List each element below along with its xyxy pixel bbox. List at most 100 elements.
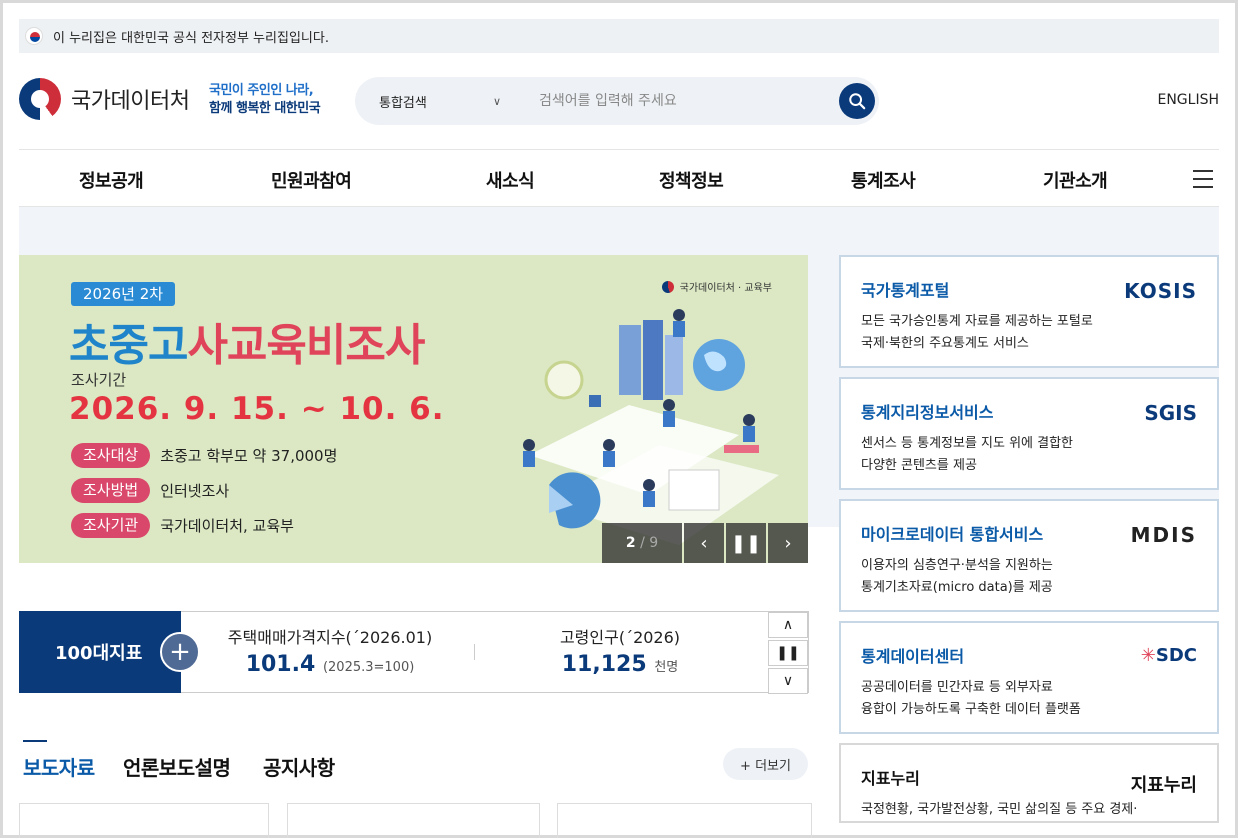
banner-page-indicator: 2 / 9 (602, 523, 682, 563)
service-desc: 통계기초자료(micro data)를 제공 (861, 580, 1053, 595)
logo-text: 국가데이터처 (71, 89, 190, 114)
tab-press-release[interactable]: 보도자료 (23, 752, 95, 781)
indicator-unit: 천명 (654, 660, 679, 675)
indicator-name: 고령인구(´2026) (559, 628, 681, 647)
sdc-star-icon: ✳ (1140, 645, 1156, 666)
service-card-indicator[interactable]: 지표누리 국정현황, 국가발전상황, 국민 삶의질 등 주요 경제· 지표누리 (839, 743, 1219, 823)
banner-row-value: 국가데이터처, 교육부 (160, 517, 294, 535)
tab-press-explanation[interactable]: 언론보도설명 (123, 752, 231, 781)
slogan-line2: 함께 행복한 대한민국 (209, 101, 321, 116)
banner-org: 국가데이터처 · 교육부 (661, 279, 772, 294)
menu-icon[interactable] (1193, 170, 1213, 188)
service-desc: 모든 국가승인통계 자료를 제공하는 포털로 (861, 314, 1093, 329)
indicator-value: 11,125 (561, 652, 647, 677)
kosis-logo: KOSIS (1124, 279, 1197, 303)
service-desc: 국정현황, 국가발전상황, 국민 삶의질 등 주요 경제· (861, 802, 1138, 817)
english-link[interactable]: ENGLISH (1157, 92, 1219, 108)
banner-row: 조사대상 초중고 학부모 약 37,000명 (71, 443, 337, 468)
news-card[interactable] (287, 803, 540, 838)
tab-notice[interactable]: 공지사항 (263, 752, 335, 781)
sdc-logo: ✳SDC (1140, 645, 1197, 666)
service-desc: 융합이 가능하도록 구축한 데이터 플랫폼 (861, 702, 1081, 717)
service-desc: 국제·북한의 주요통계도 서비스 (861, 336, 1029, 351)
banner-row: 조사방법 인터넷조사 (71, 478, 229, 503)
mdis-logo: MDIS (1130, 523, 1197, 547)
chevron-right-icon: › (784, 532, 792, 554)
indicator-up-button[interactable]: ∧ (768, 612, 808, 638)
banner-page-total: / 9 (640, 535, 659, 551)
service-desc: 센서스 등 통계정보를 지도 위에 결합한 (861, 436, 1074, 451)
indicators-label[interactable]: 100대지표 (19, 611, 181, 693)
service-desc: 공공데이터를 민간자료 등 외부자료 (861, 680, 1053, 695)
indicator-name: 주택매매가격지수(´2026.01) (227, 628, 433, 647)
service-card-sdc[interactable]: 통계데이터센터 공공데이터를 민간자료 등 외부자료 융합이 가능하도록 구축한 … (839, 621, 1219, 734)
search-scope-select[interactable]: 통합검색 ∨ (355, 92, 515, 111)
service-desc: 이용자의 심층연구·분석을 지원하는 (861, 558, 1053, 573)
pause-icon: ❚❚ (730, 532, 762, 554)
indicators-panel: 100대지표 + 주택매매가격지수(´2026.01) 101.4 (2025.… (19, 611, 809, 694)
site-header: 국가데이터처 국민이 주인인 나라, 함께 행복한 대한민국 통합검색 ∨ EN… (19, 70, 1219, 132)
nav-item-civil[interactable]: 민원과참여 (271, 167, 352, 193)
banner-row-value: 인터넷조사 (160, 482, 230, 500)
banner-next-button[interactable]: › (768, 523, 808, 563)
banner-title-b: 사교육비조사 (187, 320, 425, 371)
banner-pill: 조사대상 (71, 443, 151, 468)
service-card-sgis[interactable]: 통계지리정보서비스 센서스 등 통계정보를 지도 위에 결합한 다양한 콘텐츠를 … (839, 377, 1219, 490)
news-card[interactable] (557, 803, 812, 838)
indicator-divider (474, 644, 475, 660)
indicator-value: 101.4 (245, 652, 316, 677)
site-logo[interactable]: 국가데이터처 (19, 78, 190, 120)
service-card-kosis[interactable]: 국가통계포털 모든 국가승인통계 자료를 제공하는 포털로 국제·북한의 주요통계… (839, 255, 1219, 368)
nav-item-about[interactable]: 기관소개 (1043, 167, 1108, 193)
nav-item-info[interactable]: 정보공개 (79, 167, 144, 193)
banner-row: 조사기관 국가데이터처, 교육부 (71, 513, 294, 538)
indicator-down-button[interactable]: ∨ (768, 668, 808, 694)
banner-row-value: 초중고 학부모 약 37,000명 (160, 447, 338, 465)
indicator-item[interactable]: 주택매매가격지수(´2026.01) 101.4 (2025.3=100) (220, 624, 440, 677)
banner-title-a: 초중고 (69, 320, 188, 371)
korea-flag-icon (25, 27, 43, 45)
chevron-down-icon: ∨ (492, 94, 501, 108)
banner-controls: 2 / 9 ‹ ❚❚ › (602, 523, 808, 563)
search-icon (849, 93, 866, 110)
nav-item-survey[interactable]: 통계조사 (851, 167, 916, 193)
banner-title: 초중고사교육비조사 (69, 309, 425, 373)
nav-item-policy[interactable]: 정책정보 (659, 167, 724, 193)
news-card[interactable] (19, 803, 269, 838)
pause-icon: ❚❚ (776, 645, 800, 661)
service-card-mdis[interactable]: 마이크로데이터 통합서비스 이용자의 심층연구·분석을 지원하는 통계기초자료(m… (839, 499, 1219, 612)
indicator-unit: (2025.3=100) (322, 660, 415, 675)
sgis-logo: SGIS (1144, 401, 1197, 425)
chevron-down-icon: ∨ (782, 673, 794, 689)
banner-prev-button[interactable]: ‹ (684, 523, 724, 563)
banner-pill: 조사기관 (71, 513, 151, 538)
banner-pause-button[interactable]: ❚❚ (726, 523, 766, 563)
banner-page-current: 2 (625, 535, 636, 551)
search-scope-label: 통합검색 (379, 95, 427, 111)
search-input[interactable] (515, 93, 839, 109)
search-bar: 통합검색 ∨ (355, 77, 879, 125)
indicator-item[interactable]: 고령인구(´2026) 11,125 천명 (525, 624, 715, 677)
slogan: 국민이 주인인 나라, 함께 행복한 대한민국 (209, 82, 321, 118)
survey-illustration (523, 309, 779, 545)
indicator-logo: 지표누리 (1130, 775, 1197, 796)
banner-tag: 2026년 2차 (71, 282, 176, 306)
banner-subtitle: 조사기간 (71, 371, 127, 389)
gov-notice-bar[interactable]: 이 누리집은 대한민국 공식 전자정부 누리집입니다. (19, 19, 1219, 53)
active-tab-marker (23, 740, 47, 742)
more-button[interactable]: + 더보기 (723, 748, 808, 780)
banner-org-text: 국가데이터처 · 교육부 (679, 283, 772, 294)
nav-item-news[interactable]: 새소식 (486, 167, 535, 193)
main-nav: 정보공개 민원과참여 새소식 정책정보 통계조사 기관소개 (19, 149, 1219, 207)
search-button[interactable] (839, 83, 875, 119)
banner-date: 2026. 9. 15. ~ 10. 6. (69, 391, 445, 427)
indicator-pause-button[interactable]: ❚❚ (768, 640, 808, 666)
taegeuk-logo-icon (19, 78, 61, 120)
hero-banner[interactable]: 2026년 2차 초중고사교육비조사 조사기간 2026. 9. 15. ~ 1… (19, 255, 808, 563)
plus-icon[interactable]: + (160, 632, 200, 672)
gov-notice-text: 이 누리집은 대한민국 공식 전자정부 누리집입니다. (53, 30, 329, 46)
org-logo-icon (661, 280, 674, 293)
chevron-up-icon: ∧ (782, 617, 794, 633)
slogan-line1: 국민이 주인인 나라, (209, 83, 314, 98)
banner-pill: 조사방법 (71, 478, 151, 503)
